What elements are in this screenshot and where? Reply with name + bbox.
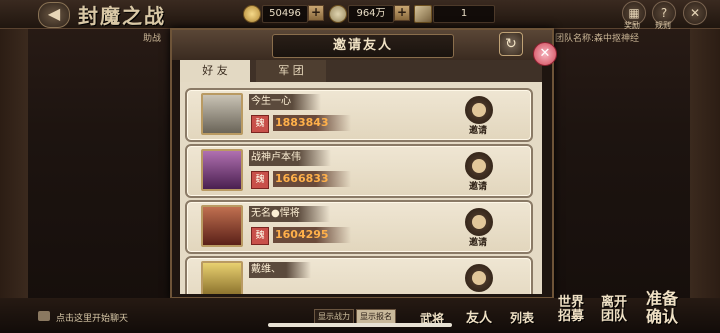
- rules-label: 规则: [655, 21, 671, 30]
- fist-icon: [472, 215, 486, 229]
- display-toggles: 显示战力 显示报名: [314, 309, 398, 324]
- friend-name: 战神卢本伟: [249, 150, 331, 166]
- friend-power: 1883843: [273, 115, 351, 131]
- tab-bar: 好 友 军 团: [180, 60, 542, 82]
- power-icon: 魏: [251, 115, 269, 133]
- power-icon: 魏: [251, 227, 269, 245]
- invite-label: 邀请: [468, 238, 487, 248]
- avatar: [201, 261, 243, 294]
- menu-icon[interactable]: ✕: [683, 1, 707, 25]
- tab-legion[interactable]: 军 团: [256, 60, 326, 82]
- friend-row: 今生一心 魏 1883843 邀请: [185, 88, 533, 142]
- friend-row: 戴维、: [185, 256, 533, 294]
- friend-name: 今生一心: [249, 94, 321, 110]
- list-button[interactable]: 列表: [510, 309, 534, 326]
- invite-dialog: 邀请友人 ↻ 好 友 军 团 今生一心 魏 1883843 邀请 战神卢本伟 魏…: [170, 28, 554, 299]
- power-icon: 魏: [251, 171, 269, 189]
- world-recruit-button[interactable]: 世界招募: [553, 296, 589, 324]
- invite-button[interactable]: [465, 152, 493, 180]
- friend-row: 无名●悍将 魏 1604295 邀请: [185, 200, 533, 254]
- ready-confirm-button[interactable]: 准备确认: [640, 290, 684, 326]
- refresh-button[interactable]: ↻: [499, 32, 523, 56]
- dialog-title: 邀请友人: [272, 34, 454, 58]
- right-pillar: [690, 28, 720, 333]
- avatar: [201, 205, 243, 247]
- dialog-header: 邀请友人 ↻: [172, 30, 552, 60]
- chat-hint[interactable]: 点击这里开始聊天: [56, 311, 128, 324]
- fist-icon: [472, 159, 486, 173]
- home-indicator: [268, 323, 452, 327]
- team-name: 团队名称:森中抠神经: [555, 34, 640, 44]
- chat-icon: [38, 311, 50, 321]
- gold-amount: 50496: [262, 5, 308, 23]
- friend-list[interactable]: 今生一心 魏 1883843 邀请 战神卢本伟 魏 1666833 邀请 无名●…: [180, 82, 542, 294]
- toggle-show-signup[interactable]: 显示报名: [356, 309, 396, 324]
- invite-label: 邀请: [468, 126, 487, 136]
- friend-row: 战神卢本伟 魏 1666833 邀请: [185, 144, 533, 198]
- tab-friends[interactable]: 好 友: [180, 60, 250, 82]
- stamina-amount: 1: [433, 5, 495, 23]
- friend-name: 戴维、: [249, 262, 311, 278]
- add-coin-button[interactable]: +: [394, 5, 410, 21]
- silver-coin-icon: [329, 5, 347, 23]
- invite-button[interactable]: [465, 208, 493, 236]
- fist-icon: [472, 103, 486, 117]
- friend-name: 无名●悍将: [249, 206, 330, 222]
- reward-label: 奖励: [624, 21, 640, 30]
- invite-button[interactable]: [465, 264, 493, 292]
- friend-power: 1666833: [273, 171, 351, 187]
- coin-amount: 964万: [348, 5, 394, 23]
- invite-label: 邀请: [468, 182, 487, 192]
- assist-label: 助战: [143, 34, 162, 44]
- top-bar: ◀ 封魔之战 50496 + 964万 + 1 ▦ 奖励 ? 规则 ✕: [0, 0, 720, 30]
- friends-button[interactable]: 友人: [466, 307, 492, 326]
- feather-icon: [414, 5, 432, 23]
- left-pillar: [0, 28, 28, 333]
- toggle-show-power[interactable]: 显示战力: [314, 309, 354, 324]
- back-button[interactable]: ◀: [38, 2, 70, 28]
- add-gold-button[interactable]: +: [308, 5, 324, 21]
- friend-power: 1604295: [273, 227, 351, 243]
- close-button[interactable]: ✕: [533, 42, 557, 66]
- invite-button[interactable]: [465, 96, 493, 124]
- page-title: 封魔之战: [78, 4, 166, 28]
- fist-icon: [472, 271, 486, 285]
- leave-team-button[interactable]: 离开团队: [596, 296, 632, 324]
- gold-coin-icon: [243, 5, 261, 23]
- avatar: [201, 149, 243, 191]
- avatar: [201, 93, 243, 135]
